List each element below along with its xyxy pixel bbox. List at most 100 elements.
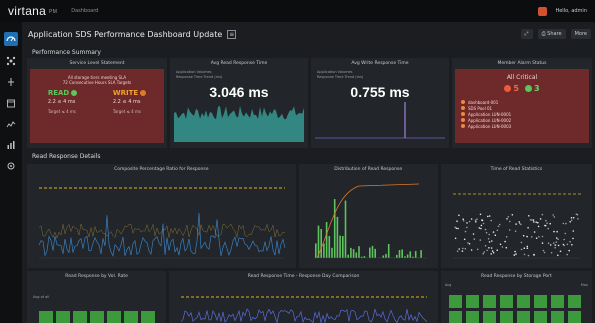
distribution-bar [328, 236, 330, 258]
stat-point [570, 244, 573, 246]
stat-point [569, 221, 571, 223]
distribution-bar [368, 247, 371, 258]
distribution-bar [384, 253, 387, 258]
alert-icon[interactable] [538, 6, 548, 16]
report-icon[interactable] [5, 139, 17, 151]
stat-point [462, 218, 464, 220]
stat-point [496, 249, 498, 251]
stat-point [569, 240, 571, 243]
avg-read-response-panel[interactable]: Avg Read Response Time Application Volum… [170, 58, 308, 148]
stat-point [527, 215, 530, 217]
stat-point [456, 250, 459, 252]
share-button[interactable]: ⎙ Share [537, 29, 566, 39]
day-comparison-panel[interactable]: Read Response Time - Response Day Compar… [169, 271, 438, 323]
ok-count[interactable]: 3 [525, 84, 540, 93]
stat-point [455, 227, 458, 230]
stat-point [479, 239, 481, 241]
stat-point [572, 237, 574, 240]
stat-point [487, 247, 490, 249]
distribution-bar [371, 245, 373, 258]
stat-point [490, 240, 493, 242]
stat-point [464, 247, 466, 250]
vol-rate-panel[interactable]: Read Response by Vol. Rate Avg of all [27, 271, 167, 323]
stat-point [479, 227, 482, 230]
gauge-icon[interactable] [4, 32, 18, 46]
stat-point [562, 222, 564, 225]
distribution-bar [398, 250, 400, 258]
alarm-status-text: All Critical [506, 74, 538, 81]
stat-point [488, 215, 491, 217]
stat-point [501, 246, 504, 248]
alarm-status-block: All Critical 5 3 dashboard-001 SDS Pool … [455, 69, 589, 143]
title-menu-button[interactable]: ≡ [227, 29, 237, 39]
stat-point [554, 246, 556, 249]
stat-point [552, 214, 554, 216]
stat-point [557, 244, 560, 247]
settings-icon[interactable] [5, 160, 17, 172]
stat-point [467, 242, 469, 244]
read-sparkline [174, 105, 304, 142]
stat-point [483, 251, 485, 253]
list-item[interactable]: Application LUN-0003 [461, 123, 589, 129]
stat-point [523, 247, 525, 249]
stat-point [537, 225, 540, 228]
stat-point [468, 243, 471, 245]
critical-count[interactable]: 5 [504, 84, 519, 93]
stat-point [546, 222, 548, 224]
more-button[interactable]: More [570, 29, 591, 39]
stat-point [526, 235, 528, 238]
storage-block [533, 311, 547, 323]
stat-point [507, 216, 509, 218]
stat-point [506, 218, 508, 220]
stat-point [479, 213, 482, 216]
stat-point [555, 241, 557, 243]
stat-point [557, 238, 559, 240]
stat-point [541, 235, 544, 238]
distribution-bar [319, 228, 322, 258]
stat-point [504, 240, 506, 243]
lba-block [107, 311, 121, 323]
stat-point [527, 227, 529, 229]
stat-point [514, 230, 517, 232]
stat-point [454, 237, 457, 240]
stat-point [466, 222, 468, 224]
stat-point [511, 214, 513, 216]
app-logo[interactable]: virtana PM [8, 4, 57, 18]
cluster-icon[interactable] [5, 55, 17, 67]
read-statistics-panel[interactable]: Time of Read Statistics [440, 164, 592, 268]
stat-point [535, 237, 538, 239]
stat-point [572, 217, 575, 219]
stat-point [543, 251, 546, 254]
member-alarm-panel[interactable]: Member Alarm Status All Critical 5 3 das… [452, 58, 592, 148]
stat-point [482, 222, 485, 225]
stat-point [563, 238, 565, 241]
stat-point [482, 252, 484, 255]
avg-write-response-panel[interactable]: Avg Write Response Time Application Volu… [311, 58, 449, 148]
distribution-panel[interactable]: Distribution of Read Response [298, 164, 438, 268]
nav-dashboard[interactable]: Dashboard [71, 8, 98, 14]
storage-block [516, 295, 530, 308]
stat-point [491, 250, 494, 252]
stat-point [470, 218, 473, 220]
user-menu[interactable]: Hello, admin [555, 8, 587, 14]
distribution-bar [341, 235, 344, 258]
distribution-bar [387, 244, 390, 258]
stat-point [576, 218, 579, 220]
stat-point [547, 227, 549, 230]
distribution-bar [373, 248, 376, 258]
top-bar: virtana PM Dashboard Hello, admin [0, 0, 595, 22]
calendar-icon[interactable] [5, 97, 17, 109]
stat-point [568, 249, 570, 252]
fullscreen-button[interactable]: ⤢ [520, 29, 533, 39]
distribution-bar [322, 243, 325, 258]
stat-point [533, 253, 535, 256]
stat-point [505, 246, 507, 249]
stat-point [513, 254, 515, 256]
storage-port-panel[interactable]: Read Response by Storage Port Avg Max [440, 271, 592, 323]
composite-ratio-panel[interactable]: Composite Percentage Ratio for Response [27, 164, 296, 268]
stat-point [492, 231, 495, 233]
lba-block [39, 311, 53, 323]
route-icon[interactable] [5, 76, 17, 88]
chart-icon[interactable] [5, 118, 17, 130]
distribution-bar [382, 255, 384, 258]
